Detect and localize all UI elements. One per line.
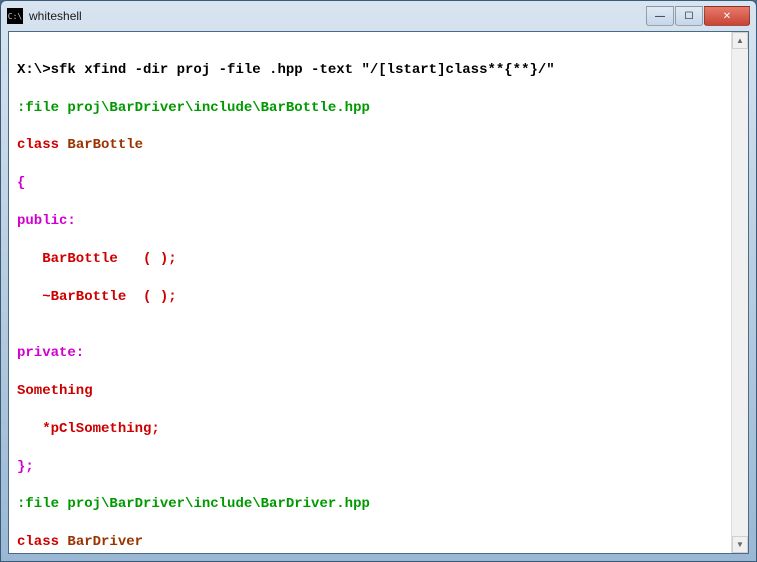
code-line: BarDriver <box>59 534 143 550</box>
minimize-button[interactable]: — <box>646 6 674 26</box>
app-icon: C:\ <box>7 8 23 24</box>
code-line: *pClSomething; <box>17 421 160 437</box>
file-prefix: :file <box>17 100 67 116</box>
maximize-button[interactable]: ☐ <box>675 6 703 26</box>
window-controls: — ☐ ✕ <box>646 6 750 26</box>
code-line: class <box>17 534 59 550</box>
code-line: private: <box>17 345 84 361</box>
scroll-up-arrow[interactable]: ▲ <box>732 32 748 49</box>
code-line: { <box>17 175 25 191</box>
code-line: }; <box>17 459 34 475</box>
code-line: BarBottle ( ); <box>17 251 177 267</box>
vertical-scrollbar[interactable]: ▲ ▼ <box>731 32 748 553</box>
file-path: proj\BarDriver\include\BarBottle.hpp <box>67 100 369 116</box>
code-line: Something <box>17 383 93 399</box>
file-path: proj\BarDriver\include\BarDriver.hpp <box>67 496 369 512</box>
prompt-text: X:\> <box>17 62 51 78</box>
window-frame: C:\ whiteshell — ☐ ✕ X:\>sfk xfind -dir … <box>0 0 757 562</box>
terminal-output[interactable]: X:\>sfk xfind -dir proj -file .hpp -text… <box>9 32 731 553</box>
code-line: ~BarBottle ( ); <box>17 289 177 305</box>
titlebar[interactable]: C:\ whiteshell — ☐ ✕ <box>1 1 756 31</box>
code-line: BarBottle <box>59 137 143 153</box>
scroll-down-arrow[interactable]: ▼ <box>732 536 748 553</box>
window-title: whiteshell <box>29 9 646 23</box>
code-line: public: <box>17 213 76 229</box>
file-prefix: :file <box>17 496 67 512</box>
code-line: class <box>17 137 59 153</box>
command-text: sfk xfind -dir proj -file .hpp -text "/[… <box>51 62 555 78</box>
content-area: X:\>sfk xfind -dir proj -file .hpp -text… <box>8 31 749 554</box>
close-button[interactable]: ✕ <box>704 6 750 26</box>
